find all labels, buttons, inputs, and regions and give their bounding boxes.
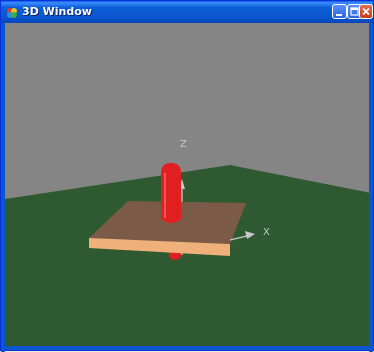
scene-canvas: Z X (5, 23, 371, 348)
app-icon (5, 5, 19, 19)
ground-plane (5, 165, 371, 348)
window-title: 3D Window (22, 5, 92, 18)
3d-viewport[interactable]: Z X (5, 23, 371, 348)
minimize-icon (336, 14, 342, 16)
close-icon (362, 7, 370, 16)
window-frame-bottom[interactable] (1, 346, 374, 350)
minimize-button[interactable] (332, 4, 347, 19)
window-frame-left[interactable] (1, 23, 5, 352)
app-window: 3D Window Z X (0, 0, 374, 352)
z-axis-label: Z (180, 139, 187, 150)
x-axis-label: X (263, 227, 270, 238)
close-button[interactable] (359, 4, 373, 19)
window-frame-right[interactable] (369, 23, 373, 352)
title-bar[interactable]: 3D Window (1, 1, 373, 23)
